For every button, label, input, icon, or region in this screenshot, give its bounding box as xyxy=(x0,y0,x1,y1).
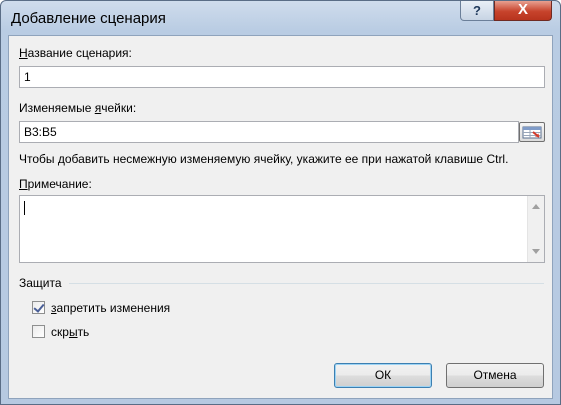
scenario-name-label: Название сценария: xyxy=(19,46,132,60)
scroll-down-icon[interactable] xyxy=(532,249,540,254)
scroll-up-icon[interactable] xyxy=(532,204,540,209)
ok-button[interactable]: ОК xyxy=(334,363,432,388)
cancel-button[interactable]: Отмена xyxy=(446,363,544,388)
noncontiguous-hint: Чтобы добавить несмежную изменяемую ячей… xyxy=(19,152,509,166)
checkmark-icon xyxy=(33,301,45,313)
scenario-name-input[interactable]: 1 xyxy=(19,66,545,88)
hide-label[interactable]: скрыть xyxy=(51,325,89,339)
range-select-icon xyxy=(522,126,542,139)
changing-cells-label: Изменяемые ячейки: xyxy=(19,101,137,115)
text-caret xyxy=(24,201,25,215)
title-bar[interactable]: Добавление сценария ? X xyxy=(1,1,560,35)
add-scenario-dialog: Добавление сценария ? X Название сценари… xyxy=(0,0,561,405)
protection-group-label: Защита xyxy=(19,276,62,290)
dialog-title: Добавление сценария xyxy=(11,10,166,27)
comment-textarea[interactable] xyxy=(19,195,545,263)
prevent-changes-label[interactable]: запретить изменения xyxy=(51,301,170,315)
comment-scrollbar[interactable] xyxy=(527,196,544,262)
hide-checkbox[interactable] xyxy=(32,325,45,338)
changing-cells-input[interactable]: B3:B5 xyxy=(19,121,519,143)
dialog-body: Название сценария: 1 Изменяемые ячейки: … xyxy=(8,35,553,399)
prevent-changes-checkbox[interactable] xyxy=(32,301,45,314)
help-button[interactable]: ? xyxy=(460,1,494,21)
protection-divider xyxy=(69,283,544,284)
close-button[interactable]: X xyxy=(494,1,552,21)
comment-label: Примечание: xyxy=(19,177,92,191)
range-select-button[interactable] xyxy=(519,122,545,142)
